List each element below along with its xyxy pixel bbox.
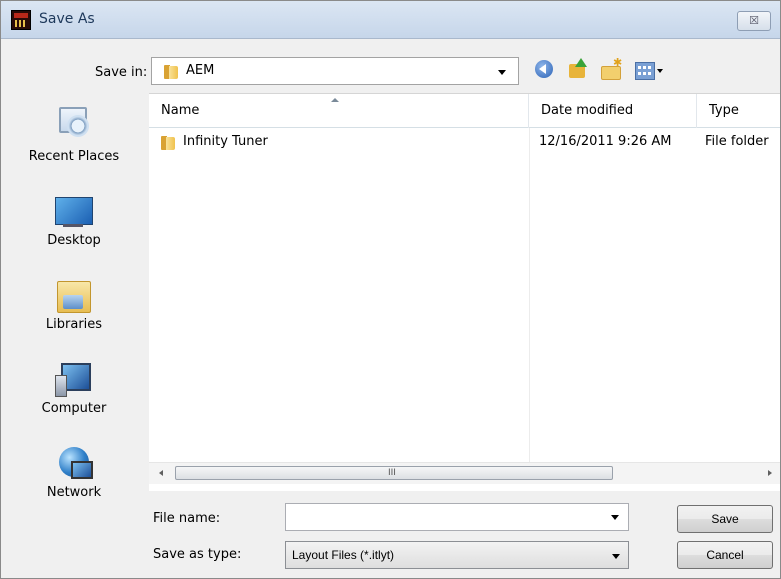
file-list[interactable]: Name Date modified Type Infinity Tuner 1… xyxy=(149,93,780,491)
file-row[interactable]: Infinity Tuner 12/16/2011 9:26 AM File f… xyxy=(149,132,780,154)
save-as-type-label: Save as type: xyxy=(153,547,242,562)
back-icon[interactable] xyxy=(533,58,555,82)
place-label: Desktop xyxy=(47,233,101,248)
chevron-down-icon xyxy=(612,554,620,559)
places-bar: Recent Places Desktop Libraries Computer… xyxy=(9,93,139,513)
save-button[interactable]: Save xyxy=(677,505,773,533)
file-list-header: Name Date modified Type xyxy=(149,94,780,128)
file-name-input[interactable] xyxy=(285,503,629,531)
desktop-icon xyxy=(53,193,93,229)
folder-icon xyxy=(161,135,175,151)
scroll-left-arrow-icon[interactable] xyxy=(159,470,163,476)
scroll-grip: III xyxy=(388,468,396,478)
place-label: Network xyxy=(46,485,102,500)
place-recent-places[interactable]: Recent Places xyxy=(9,93,139,173)
column-divider xyxy=(529,128,530,462)
dialog-title: Save As xyxy=(39,11,95,27)
place-computer[interactable]: Computer xyxy=(9,353,139,433)
cancel-button[interactable]: Cancel xyxy=(677,541,773,569)
chevron-down-icon[interactable] xyxy=(611,515,619,520)
libraries-icon xyxy=(53,277,93,313)
scroll-right-arrow-icon[interactable] xyxy=(768,470,772,476)
file-name-label: File name: xyxy=(153,511,221,526)
sort-ascending-icon xyxy=(331,98,339,102)
computer-icon xyxy=(53,361,93,397)
place-label: Recent Places xyxy=(28,149,120,164)
place-label: Computer xyxy=(41,401,107,416)
horizontal-scrollbar[interactable]: III xyxy=(149,462,780,484)
save-as-dialog: Save As ☒ Save in: AEM Recent Places Des… xyxy=(0,0,781,579)
place-desktop[interactable]: Desktop xyxy=(9,185,139,265)
save-as-type-value: Layout Files (*.itlyt) xyxy=(292,548,395,562)
recent-places-icon xyxy=(53,101,93,137)
save-in-dropdown[interactable]: AEM xyxy=(151,57,519,85)
save-in-value: AEM xyxy=(186,63,215,78)
up-folder-icon[interactable] xyxy=(567,58,589,82)
app-icon xyxy=(11,10,31,30)
title-bar: Save As ☒ xyxy=(1,1,780,39)
type-cell: File folder xyxy=(705,134,769,149)
scroll-thumb[interactable]: III xyxy=(175,466,613,480)
network-icon xyxy=(53,445,93,481)
place-label: Libraries xyxy=(45,317,103,332)
folder-icon xyxy=(164,64,178,80)
chevron-down-icon xyxy=(498,70,506,75)
save-in-label: Save in: xyxy=(95,65,148,80)
place-network[interactable]: Network xyxy=(9,437,139,517)
new-folder-icon[interactable] xyxy=(599,56,623,82)
file-name-cell: Infinity Tuner xyxy=(183,134,268,149)
save-as-type-dropdown[interactable]: Layout Files (*.itlyt) xyxy=(285,541,629,569)
column-header-name[interactable]: Name xyxy=(149,94,529,128)
place-libraries[interactable]: Libraries xyxy=(9,269,139,349)
views-menu-icon[interactable] xyxy=(633,58,669,82)
column-header-date-modified[interactable]: Date modified xyxy=(529,94,697,128)
close-button[interactable]: ☒ xyxy=(737,11,771,31)
date-modified-cell: 12/16/2011 9:26 AM xyxy=(539,134,672,149)
column-header-type[interactable]: Type xyxy=(697,94,781,128)
